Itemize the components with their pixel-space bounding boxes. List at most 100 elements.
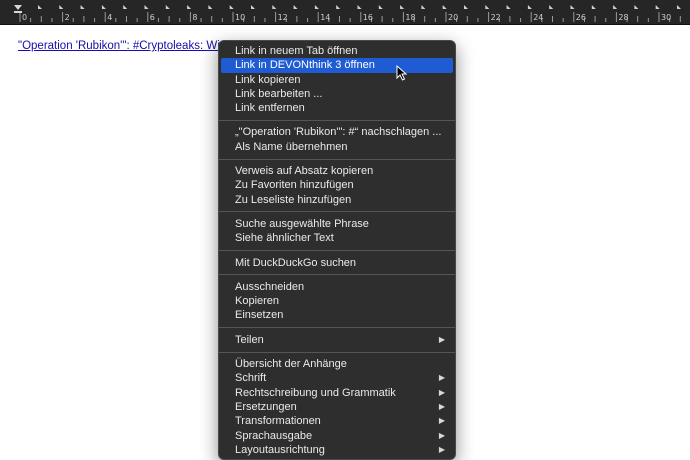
ruler-tick-label: 24 xyxy=(533,13,544,22)
tab-stop-marker xyxy=(59,5,64,9)
ruler-tick-label: 0 xyxy=(22,13,28,22)
menu-item[interactable]: Teilen ▶ xyxy=(219,333,455,347)
ruler-ticks xyxy=(14,5,681,22)
menu-item[interactable]: Einsetzen xyxy=(219,308,455,322)
tab-stop-marker xyxy=(549,5,554,9)
tab-stop-marker xyxy=(123,5,128,9)
menu-item-label: Suche ausgewählte Phrase xyxy=(235,217,369,230)
menu-item[interactable]: Verweis auf Absatz kopieren xyxy=(219,164,455,178)
ruler-tick-label: 18 xyxy=(405,13,416,22)
chevron-right-icon: ▶ xyxy=(438,387,445,397)
tab-stop-marker xyxy=(378,5,383,9)
tab-stop-marker xyxy=(591,5,596,9)
tab-stop-marker xyxy=(80,5,85,9)
menu-item-label: Link in neuem Tab öffnen xyxy=(235,45,358,57)
menu-item[interactable]: Ausschneiden xyxy=(219,280,455,294)
menu-item[interactable]: Zu Favoriten hinzufügen xyxy=(219,178,455,192)
tab-stop-marker xyxy=(421,5,426,9)
document-link[interactable]: "Operation 'Rubikon'": #Cryptoleaks: Wie xyxy=(18,40,220,52)
menu-item[interactable]: Transformationen ▶ xyxy=(219,414,455,428)
menu-separator xyxy=(219,119,455,121)
ruler-tick-label: 6 xyxy=(149,13,155,22)
ruler-tick-label: 28 xyxy=(618,13,629,22)
tab-stop-marker xyxy=(442,5,447,9)
menu-item-label: Ersetzungen xyxy=(235,400,297,413)
menu-item-label: Layoutausrichtung xyxy=(235,443,325,456)
ruler-tick-label: 20 xyxy=(448,13,459,22)
ruler-tick-label: 26 xyxy=(575,13,586,22)
menu-item-label: Als Name übernehmen xyxy=(235,140,348,153)
chevron-right-icon: ▶ xyxy=(438,430,445,440)
menu-item[interactable]: Als Name übernehmen xyxy=(219,140,455,154)
tab-stop-marker xyxy=(229,5,234,9)
menu-item-label: Übersicht der Anhänge xyxy=(235,358,347,371)
menu-item-label: Kopieren xyxy=(235,295,280,308)
menu-item-label: Link in DEVONthink 3 öffnen xyxy=(235,59,375,72)
tab-stop-marker xyxy=(485,5,490,9)
menu-item[interactable]: Zu Leseliste hinzufügen xyxy=(219,193,455,207)
chevron-right-icon: ▶ xyxy=(438,444,445,454)
menu-item-label: Sprachausgabe xyxy=(235,429,313,442)
tab-stop-marker xyxy=(655,5,660,9)
tab-stop-marker xyxy=(101,5,106,9)
chevron-right-icon: ▶ xyxy=(438,416,445,426)
menu-item-label: Schrift xyxy=(235,372,267,385)
menu-item[interactable]: Link bearbeiten ... xyxy=(219,87,455,101)
tab-stop-marker xyxy=(187,5,192,9)
menu-separator xyxy=(219,211,455,213)
ruler-tick-label: 22 xyxy=(490,13,501,22)
menu-item[interactable]: Mit DuckDuckGo suchen xyxy=(219,256,455,270)
menu-item-label: Mit DuckDuckGo suchen xyxy=(235,256,357,269)
menu-item[interactable]: Rechtschreibung und Grammatik ▶ xyxy=(219,386,455,400)
menu-separator xyxy=(219,327,455,329)
ruler[interactable]: 0 2 4 6 8 10 12 14 16 18 20 22 24 26 28 30 xyxy=(0,0,690,25)
menu-item[interactable]: Suche ausgewählte Phrase xyxy=(219,217,455,231)
chevron-right-icon: ▶ xyxy=(438,334,445,344)
menu-item[interactable]: Kopieren xyxy=(219,294,455,308)
chevron-right-icon: ▶ xyxy=(438,373,445,383)
menu-item-label: Link kopieren xyxy=(235,73,301,86)
menu-item-label: Verweis auf Absatz kopieren xyxy=(235,165,374,178)
tab-stop-marker xyxy=(570,5,575,9)
tab-stop-marker xyxy=(506,5,511,9)
tab-stop-marker xyxy=(314,5,319,9)
menu-item-label: Zu Favoriten hinzufügen xyxy=(235,179,354,192)
ruler-tick-label: 10 xyxy=(235,13,246,22)
menu-item[interactable]: „"Operation 'Rubikon'": #“ nachschlagen … xyxy=(219,125,455,139)
menu-separator xyxy=(219,351,455,353)
menu-item[interactable]: Link in neuem Tab öffnen xyxy=(219,44,455,58)
menu-item-label: Link entfernen xyxy=(235,102,305,115)
chevron-right-icon: ▶ xyxy=(438,401,445,411)
tab-stop-marker xyxy=(464,5,468,9)
menu-item-label: Zu Leseliste hinzufügen xyxy=(235,193,352,206)
tab-stop-marker xyxy=(208,5,213,9)
tab-stop-marker xyxy=(144,5,149,9)
menu-item[interactable]: Link entfernen xyxy=(219,101,455,115)
menu-separator xyxy=(219,250,455,252)
tab-stop-marker xyxy=(251,5,255,9)
ruler-tick-label: 4 xyxy=(107,13,113,22)
indent-marker xyxy=(14,5,22,13)
menu-item[interactable]: Link kopieren xyxy=(219,73,455,87)
tab-stop-marker xyxy=(336,5,341,9)
menu-item[interactable]: Ersetzungen ▶ xyxy=(219,400,455,414)
ruler-tick-label: 12 xyxy=(277,13,288,22)
menu-separator xyxy=(219,158,455,160)
menu-item[interactable]: Siehe ähnlicher Text xyxy=(219,231,455,245)
menu-item[interactable]: Sprachausgabe ▶ xyxy=(219,429,455,443)
menu-item-label: Siehe ähnlicher Text xyxy=(235,232,334,245)
menu-item[interactable]: Layoutausrichtung ▶ xyxy=(219,443,455,457)
ruler-tick-label: 16 xyxy=(362,13,373,22)
menu-item-label: Transformationen xyxy=(235,415,321,428)
tab-stop-marker xyxy=(677,5,681,9)
tab-stop-marker xyxy=(38,5,42,9)
menu-item[interactable]: Link in DEVONthink 3 öffnen xyxy=(221,58,453,73)
ruler-tick-label: 30 xyxy=(661,13,672,22)
menu-item[interactable]: Schrift ▶ xyxy=(219,371,455,385)
menu-item-label: Einsetzen xyxy=(235,309,284,322)
menu-item-label: Teilen xyxy=(235,333,264,346)
menu-item[interactable]: Übersicht der Anhänge xyxy=(219,357,455,371)
menu-separator xyxy=(219,274,455,276)
tab-stop-marker xyxy=(357,5,362,9)
tab-stop-marker xyxy=(400,5,405,9)
